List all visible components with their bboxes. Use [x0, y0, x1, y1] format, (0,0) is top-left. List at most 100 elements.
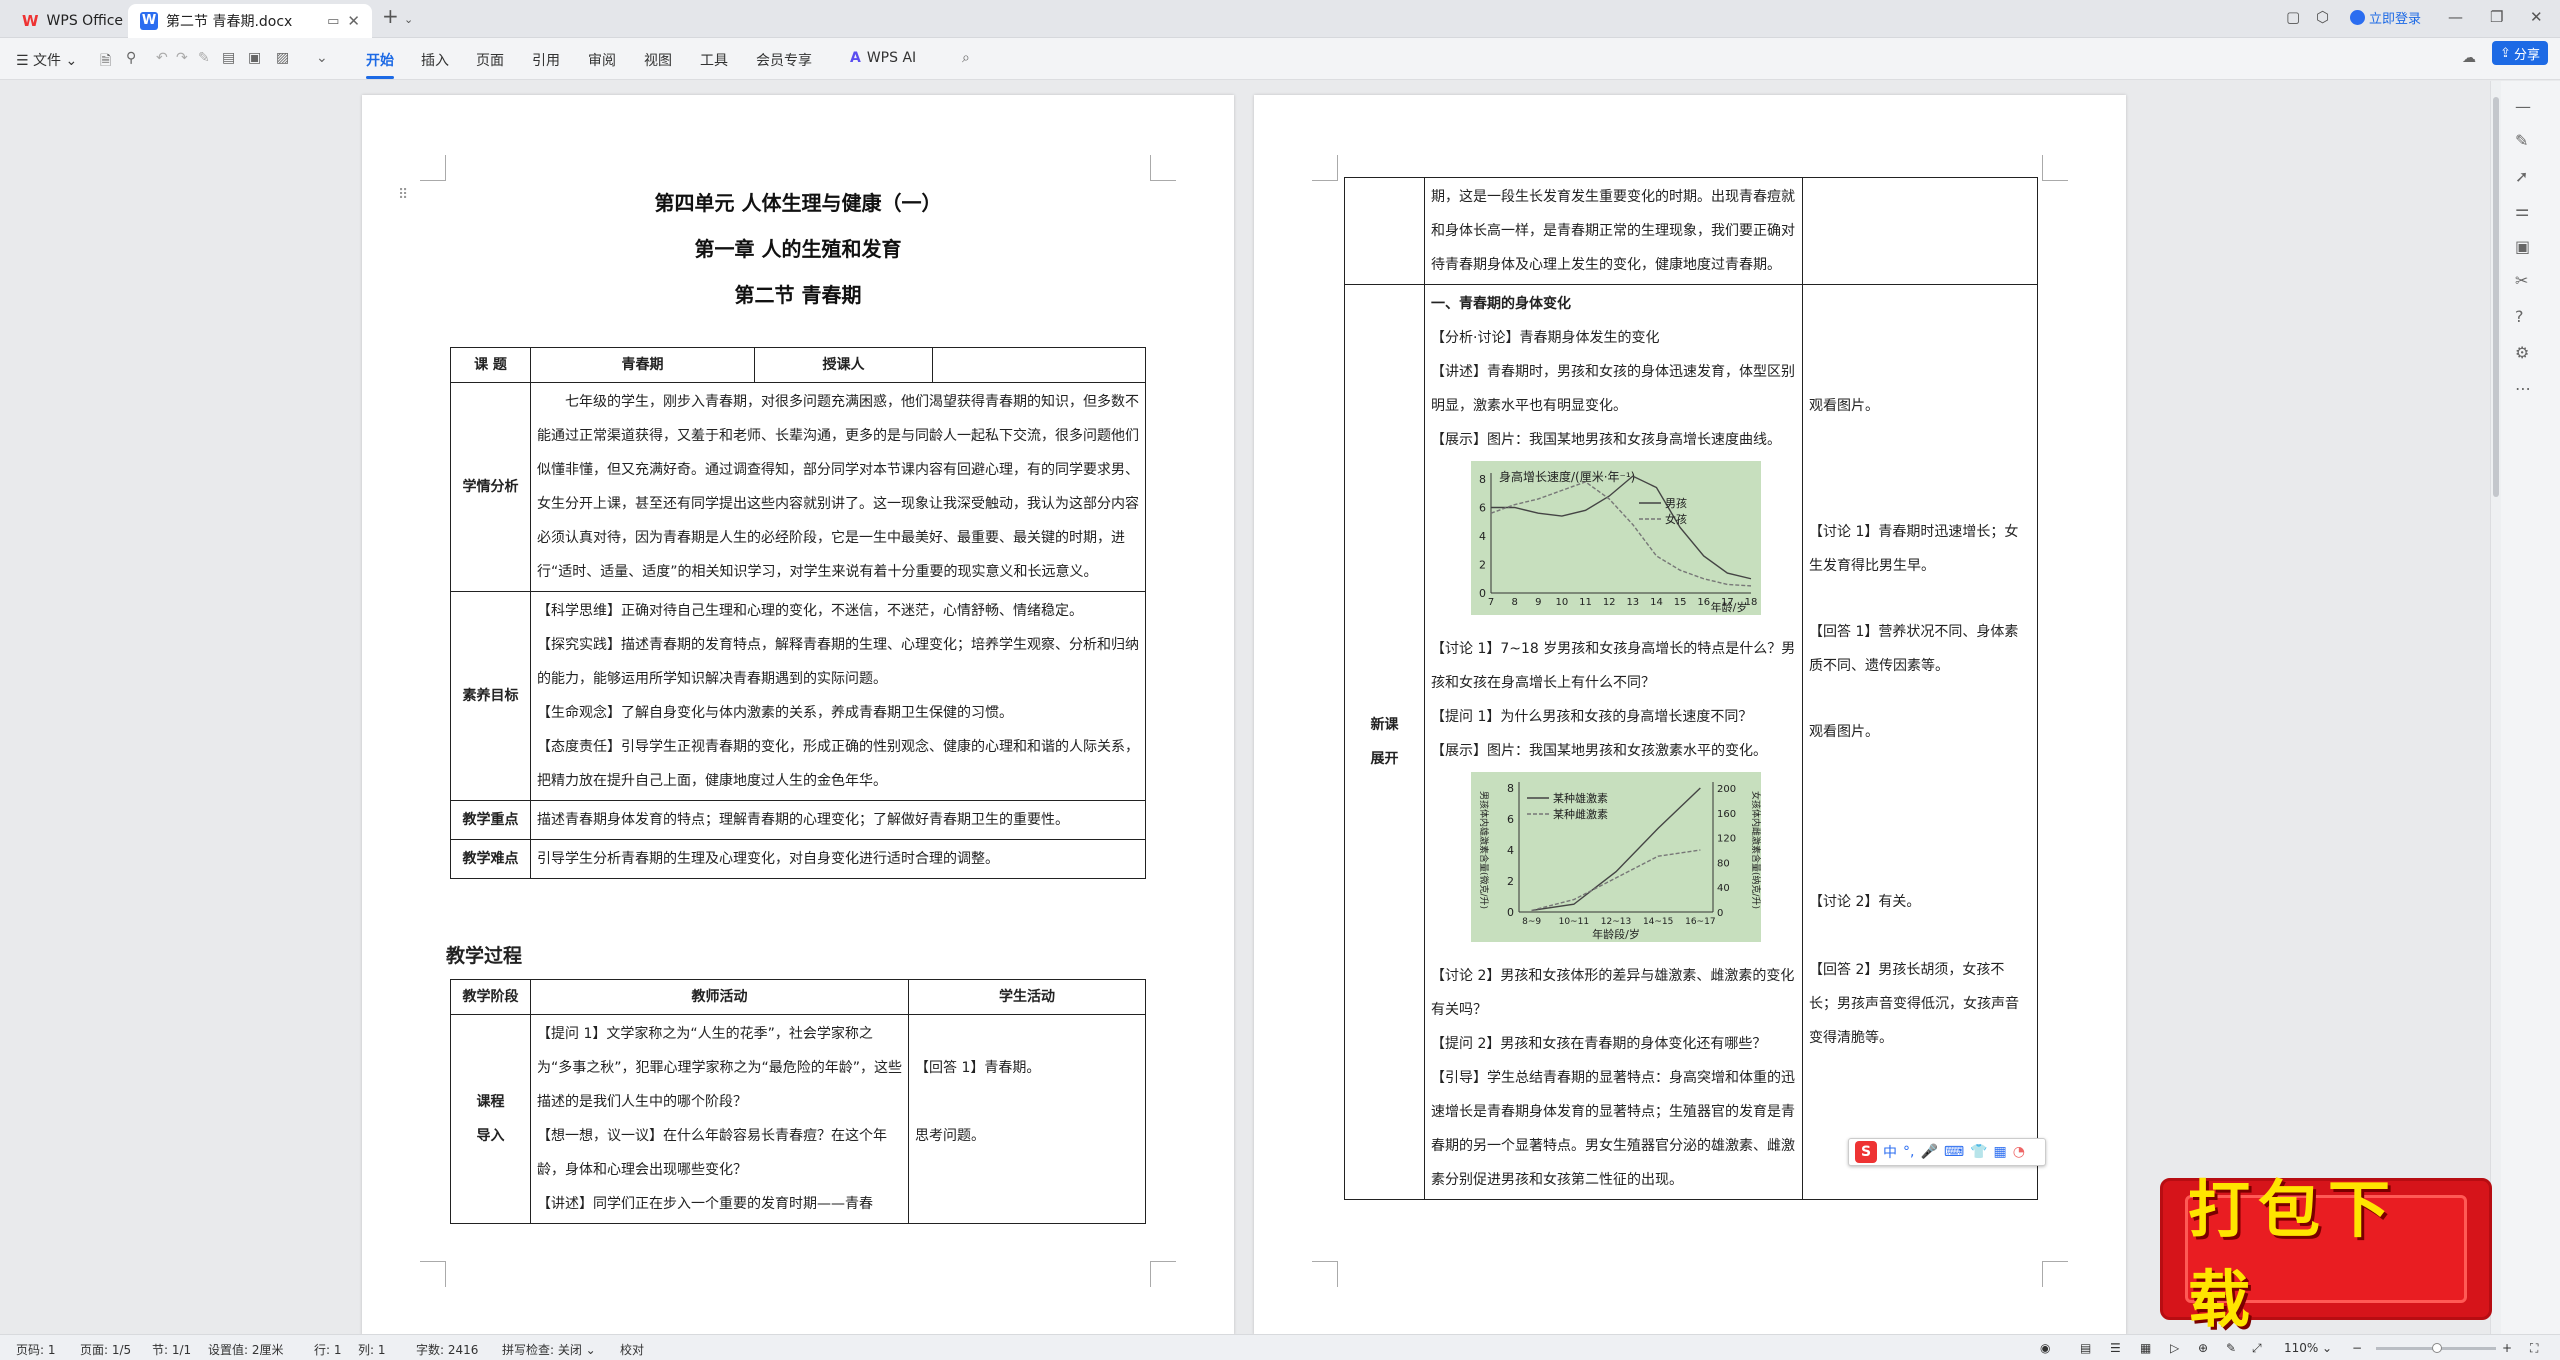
ime-toolbar[interactable]: S 中 °, 🎤 ⌨ 👕 ▦ ◔	[1848, 1138, 2046, 1166]
status-page-number[interactable]: 页码: 1	[16, 1341, 56, 1358]
search-icon[interactable]: ⌕	[962, 50, 970, 66]
keyboard-icon[interactable]: ⌨	[1944, 1144, 1964, 1160]
scrollbar[interactable]	[2491, 81, 2501, 1334]
zoom-level[interactable]: 110%	[2284, 1341, 2318, 1355]
page-view-icon[interactable]: ▤	[2080, 1341, 2091, 1355]
monitor-icon[interactable]: ▭	[327, 14, 339, 29]
teacher-activity-cont[interactable]: 期，这是一段生长发育发生重要变化的时期。出现青春痘就和身体长高一样，是青春期正常…	[1424, 177, 1803, 285]
play-icon[interactable]: ▷	[2170, 1341, 2179, 1355]
fullscreen-icon[interactable]: ⛶	[2530, 1341, 2538, 1356]
share-button[interactable]: ⇪ 分享	[2492, 41, 2548, 65]
help-icon[interactable]: ?	[2515, 307, 2524, 326]
format-painter-icon[interactable]: ✎	[198, 50, 210, 66]
minimize-icon[interactable]: —	[2448, 8, 2463, 26]
difficulty-text[interactable]: 引导学生分析青春期的生理及心理变化，对自身变化进行适时合理的调整。	[530, 839, 1146, 879]
file-menu[interactable]: ☰ 文件 ⌄	[16, 50, 77, 70]
scrollbar-thumb[interactable]	[2493, 97, 2499, 497]
fit-icon[interactable]: ⤢	[2252, 1341, 2262, 1356]
analysis-text[interactable]: 七年级的学生，刚步入青春期，对很多问题充满困惑，他们渴望获得青春期的知识，但多数…	[530, 382, 1146, 592]
y-tick-label: 6	[1479, 502, 1486, 515]
key-point-text[interactable]: 描述青春期身体发育的特点；理解青春期的心理变化；了解做好青春期卫生的重要性。	[530, 800, 1146, 840]
cloud-sync-icon[interactable]: ☁	[2462, 50, 2476, 66]
hormone-chart[interactable]: 0 2 4 6 8 8~9 10~11 12~13 14~15 16~17 年龄段/岁 男孩体内雄激素…	[1471, 772, 1762, 942]
tab-member[interactable]: 会员专享	[756, 50, 812, 70]
teacher-activity-cell[interactable]: 【提问 1】文学家称之为“人生的花季”，社会学家称之为“多事之秋”，犯罪心理学家…	[530, 1014, 909, 1224]
status-words[interactable]: 字数: 2416	[416, 1341, 478, 1358]
goals-cell[interactable]: 【科学思维】正确对待自己生理和心理的变化，不迷信，不迷茫，心情舒畅、情绪稳定。 …	[530, 591, 1146, 801]
sogou-logo-icon[interactable]: S	[1855, 1141, 1877, 1163]
status-col[interactable]: 列: 1	[358, 1341, 386, 1358]
skin-icon[interactable]: 👕	[1970, 1144, 1987, 1160]
topic-value[interactable]: 青春期	[530, 347, 755, 383]
link-icon[interactable]: ⚲	[126, 50, 136, 66]
list-view-icon[interactable]: ☰	[2110, 1341, 2121, 1355]
document-area[interactable]: ⠿ 第四单元 人体生理与健康（一） 第一章 人的生殖和发育 第二节 青春期 课 …	[0, 81, 2490, 1334]
tab-start[interactable]: 开始	[366, 50, 394, 79]
ime-language[interactable]: 中	[1883, 1142, 1897, 1162]
status-setting[interactable]: 设置值: 2厘米	[208, 1341, 284, 1358]
new-tab-icon[interactable]: +	[382, 4, 399, 28]
teacher-activity-cell[interactable]: 一、青春期的身体变化 【分析·讨论】青春期身体发生的变化 【讲述】青春期时，男孩…	[1424, 284, 1803, 1200]
x-tick-label: 11	[1579, 597, 1592, 608]
process-table-cont: 期，这是一段生长发育发生重要变化的时期。出现青春痘就和身体长高一样，是青春期正常…	[1344, 177, 2038, 1200]
export-pdf-icon[interactable]: ▣	[248, 50, 261, 66]
more-icon[interactable]: ⋯	[2515, 379, 2531, 398]
restore-icon[interactable]: ❐	[2490, 8, 2503, 26]
status-pages[interactable]: 页面: 1/5	[80, 1341, 131, 1358]
teacher-value[interactable]	[932, 347, 1146, 383]
tab-page[interactable]: 页面	[476, 50, 504, 70]
redo-icon[interactable]: ↷	[176, 50, 188, 66]
student-activity-empty[interactable]	[1802, 177, 2038, 285]
save-icon[interactable]: 🗎	[100, 50, 111, 74]
student-activity-cell[interactable]: 观看图片。 【讨论 1】青春期时迅速增长；女生发育得比男生早。 【回答 1】营养…	[1802, 284, 2038, 1200]
window-layout-icon[interactable]: ▢	[2286, 8, 2300, 26]
tools-icon[interactable]: ✂	[2515, 271, 2528, 290]
zoom-slider-thumb[interactable]	[2432, 1343, 2442, 1353]
student-activity-cell[interactable]: 【回答 1】青春期。 思考问题。	[908, 1014, 1146, 1224]
close-window-icon[interactable]: ✕	[2530, 8, 2543, 26]
ime-punctuation[interactable]: °,	[1903, 1144, 1914, 1160]
select-icon[interactable]: ➚	[2515, 167, 2528, 186]
zoom-dropdown-icon[interactable]: ⌄	[2322, 1341, 2332, 1355]
tab-view[interactable]: 视图	[644, 50, 672, 70]
activity-item: 【讨论 2】男孩和女孩体形的差异与雄激素、雌激素的变化有关吗？	[1431, 968, 1795, 1018]
emoji-icon[interactable]: ◔	[2013, 1144, 2025, 1160]
status-proof[interactable]: 校对	[620, 1341, 644, 1358]
badge-icon[interactable]: ⚙	[2515, 343, 2529, 362]
zoom-slider[interactable]	[2376, 1343, 2496, 1353]
undo-icon[interactable]: ↶	[156, 50, 168, 66]
tab-wps-ai[interactable]: A WPS AI	[850, 50, 916, 66]
doc-tab[interactable]: W 第二节 青春期.docx ▭ ✕	[128, 4, 372, 38]
image-icon[interactable]: ▨	[276, 50, 289, 66]
status-row[interactable]: 行: 1	[314, 1341, 342, 1358]
height-growth-chart[interactable]: 024687 8 9 10 11 12 13 14 15 16 17 18身高增长速度/(厘米·年⁻¹…	[1471, 461, 1761, 615]
tab-tools[interactable]: 工具	[700, 50, 728, 70]
app-tab[interactable]: W WPS Office	[10, 4, 135, 38]
pen-icon[interactable]: ✎	[2515, 131, 2528, 150]
crop-mark	[1312, 155, 1338, 181]
zoom-out-icon[interactable]: −	[2352, 1341, 2362, 1355]
tab-review[interactable]: 审阅	[588, 50, 616, 70]
collapse-icon[interactable]: —	[2515, 97, 2531, 116]
download-banner[interactable]: 打包下载	[2160, 1173, 2492, 1336]
cube-icon[interactable]: ⬡	[2316, 8, 2329, 26]
status-section[interactable]: 节: 1/1	[152, 1341, 191, 1358]
close-tab-icon[interactable]: ✕	[347, 12, 360, 30]
gallery-icon[interactable]: ▣	[2515, 237, 2530, 256]
sliders-icon[interactable]: ⚌	[2515, 201, 2529, 220]
print-icon[interactable]: ▤	[222, 50, 235, 66]
microphone-icon[interactable]: 🎤	[1920, 1144, 1937, 1160]
tab-reference[interactable]: 引用	[532, 50, 560, 70]
globe-icon[interactable]: ⊕	[2198, 1341, 2208, 1355]
status-spell[interactable]: 拼写检查: 关闭 ⌄	[502, 1341, 596, 1358]
chevron-down-icon[interactable]: ⌄	[404, 13, 413, 26]
more-chevron-icon[interactable]: ⌄	[316, 50, 328, 66]
zoom-in-icon[interactable]: +	[2502, 1341, 2512, 1355]
layout-icon[interactable]: ▦	[2140, 1341, 2151, 1355]
eye-icon[interactable]: ◉	[2040, 1341, 2050, 1355]
page-1[interactable]: ⠿ 第四单元 人体生理与健康（一） 第一章 人的生殖和发育 第二节 青春期 课 …	[362, 95, 1234, 1334]
toolbox-icon[interactable]: ▦	[1994, 1144, 2007, 1160]
edit-icon[interactable]: ✎	[2226, 1341, 2236, 1355]
tab-insert[interactable]: 插入	[421, 50, 449, 70]
login-button[interactable]: 立即登录	[2350, 8, 2421, 27]
